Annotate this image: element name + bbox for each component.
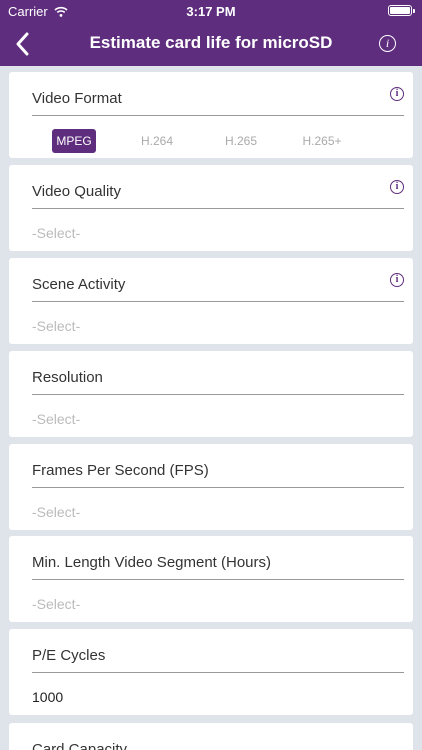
- info-icon[interactable]: i: [390, 87, 404, 101]
- form-scroll-area[interactable]: Video Format i MPEG H.264 H.265 H.265+ V…: [0, 66, 422, 750]
- min-segment-label: Min. Length Video Segment (Hours): [32, 554, 272, 571]
- status-bar: Carrier 3:17 PM: [0, 0, 422, 22]
- format-option-h264[interactable]: H.264: [133, 129, 181, 153]
- nav-bar: Estimate card life for microSD i: [0, 22, 422, 66]
- video-quality-label: Video Quality: [32, 183, 121, 200]
- resolution-label: Resolution: [32, 369, 103, 386]
- card-capacity-card[interactable]: Card Capacity: [9, 723, 413, 750]
- field-divider: [32, 208, 404, 209]
- fps-select[interactable]: -Select-: [32, 504, 80, 520]
- video-format-card: Video Format i MPEG H.264 H.265 H.265+: [9, 72, 413, 158]
- pe-cycles-input[interactable]: 1000: [32, 689, 63, 705]
- scene-activity-label: Scene Activity: [32, 276, 126, 293]
- field-divider: [32, 301, 404, 302]
- scene-activity-select[interactable]: -Select-: [32, 318, 80, 334]
- field-divider: [32, 115, 404, 116]
- info-button[interactable]: i: [379, 35, 396, 52]
- resolution-select[interactable]: -Select-: [32, 411, 80, 427]
- format-option-mpeg[interactable]: MPEG: [52, 129, 96, 153]
- page-title: Estimate card life for microSD: [89, 33, 333, 52]
- status-time: 3:17 PM: [186, 4, 236, 19]
- info-icon[interactable]: i: [390, 273, 404, 287]
- info-icon[interactable]: i: [390, 180, 404, 194]
- card-capacity-label: Card Capacity: [32, 741, 128, 750]
- pe-cycles-card[interactable]: P/E Cycles 1000: [9, 629, 413, 715]
- field-divider: [32, 672, 404, 673]
- video-quality-card[interactable]: Video Quality i -Select-: [9, 165, 413, 251]
- format-option-h265-plus[interactable]: H.265+: [295, 129, 349, 153]
- pe-cycles-label: P/E Cycles: [32, 647, 106, 664]
- min-segment-select[interactable]: -Select-: [32, 596, 80, 612]
- app-header: Carrier 3:17 PM Estimate card life for m…: [0, 0, 422, 66]
- video-format-label: Video Format: [32, 90, 122, 107]
- field-divider: [32, 487, 404, 488]
- min-segment-card[interactable]: Min. Length Video Segment (Hours) -Selec…: [9, 536, 413, 622]
- fps-card[interactable]: Frames Per Second (FPS) -Select-: [9, 444, 413, 530]
- format-option-h265[interactable]: H.265: [217, 129, 265, 153]
- scene-activity-card[interactable]: Scene Activity i -Select-: [9, 258, 413, 344]
- fps-label: Frames Per Second (FPS): [32, 462, 209, 479]
- battery-icon: [388, 5, 415, 16]
- field-divider: [32, 579, 404, 580]
- video-quality-select[interactable]: -Select-: [32, 225, 80, 241]
- field-divider: [32, 394, 404, 395]
- resolution-card[interactable]: Resolution -Select-: [9, 351, 413, 437]
